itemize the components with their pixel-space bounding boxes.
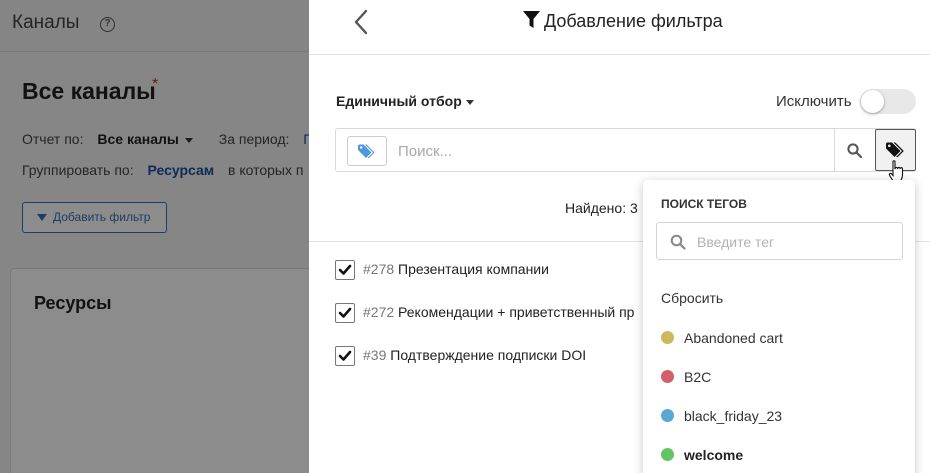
panel-title-text: Добавление фильтра [544,11,723,31]
tag-option[interactable]: welcome [661,447,743,463]
chevron-left-icon [354,9,368,35]
item-name: Презентация компании [398,261,549,277]
tag-mode-button[interactable] [347,136,387,166]
item-label: #39 Подтверждение подписки DOI [363,347,586,363]
exclude-toggle[interactable] [860,89,916,114]
item-checkbox[interactable] [335,346,355,366]
tag-icon [358,144,375,158]
tag-label: welcome [684,447,744,463]
search-icon [847,143,862,158]
item-name: Подтверждение подписки DOI [390,347,587,363]
reset-tags-button[interactable]: Сбросить [661,290,723,306]
tag-search-dropdown: ПОИСК ТЕГОВ Сбросить Abandoned cart B2C … [643,180,915,473]
item-id: #272 [363,304,395,320]
tag-color-dot [661,448,674,461]
check-icon [338,307,352,318]
search-bar [335,128,916,172]
tag-option[interactable]: B2C [661,369,711,385]
check-icon [338,264,352,275]
item-checkbox[interactable] [335,303,355,323]
tag-color-dot [661,370,674,383]
found-count: Найдено: 3 [565,200,638,216]
tag-label: B2C [684,369,712,385]
tag-color-dot [661,409,674,422]
tag-option[interactable]: black_friday_23 [661,408,782,424]
search-icon [670,234,686,250]
item-checkbox[interactable] [335,260,355,280]
item-name: Рекомендации + приветственный пр [398,304,635,320]
tag-color-dot [661,331,674,344]
panel-title: Добавление фильтра [523,11,723,32]
selection-mode-label: Единичный отбор [336,93,462,109]
chevron-down-icon [465,99,474,105]
toggle-knob [861,90,884,113]
tag-label: Abandoned cart [684,330,783,346]
panel-header: Добавление фильтра [309,0,930,55]
filter-icon [523,11,540,28]
tag-option[interactable]: Abandoned cart [661,330,783,346]
tag-search-box [656,222,903,260]
check-icon [338,350,352,361]
search-button[interactable] [834,129,874,171]
item-id: #39 [363,347,387,363]
item-id: #278 [363,261,395,277]
item-label: #278 Презентация компании [363,261,549,277]
tag-search-title: ПОИСК ТЕГОВ [661,197,747,211]
tag-search-input[interactable] [697,231,892,253]
tag-label: black_friday_23 [684,408,783,424]
tags-icon [886,142,904,157]
selection-mode-dropdown[interactable]: Единичный отбор [336,93,474,109]
item-label: #272 Рекомендации + приветственный пр [363,304,634,320]
exclude-label: Исключить [776,93,852,110]
back-button[interactable] [349,8,373,36]
search-input[interactable] [398,137,818,165]
